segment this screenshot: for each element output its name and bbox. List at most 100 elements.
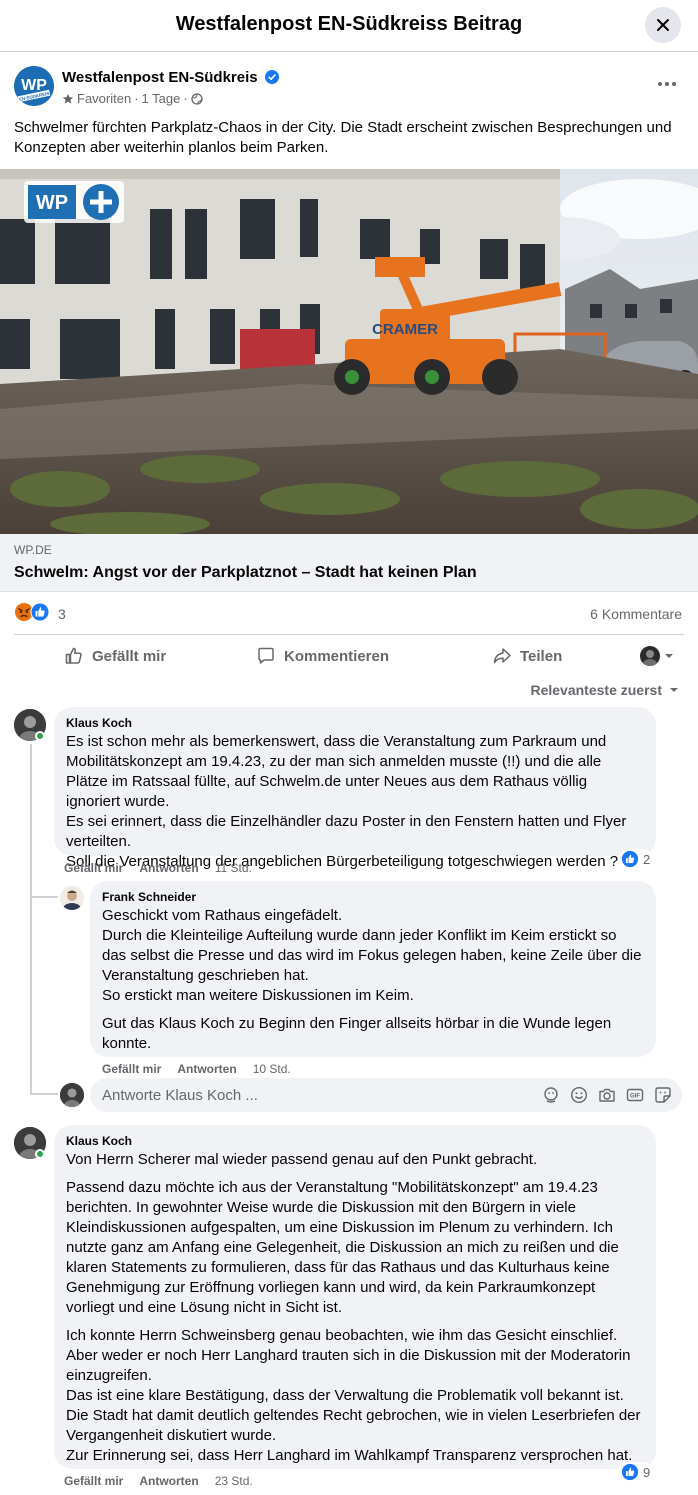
meta-separator: · xyxy=(134,91,139,106)
thumbs-up-icon xyxy=(65,647,82,664)
meta-separator-2: · xyxy=(183,91,188,106)
close-icon xyxy=(657,19,669,31)
more-dot xyxy=(665,82,669,86)
profile-avatar-small xyxy=(640,646,660,666)
audience-selector[interactable] xyxy=(640,640,674,672)
comments-count[interactable]: 6 Kommentare xyxy=(590,606,682,622)
comment-paragraph: Das ist eine klare Bestätigung, dass der… xyxy=(66,1387,624,1404)
comment-paragraph: Die Stadt hat damit deutlich geltendes R… xyxy=(66,1407,641,1444)
post-options-button[interactable] xyxy=(652,72,682,96)
comment-button-label[interactable]: Kommentieren xyxy=(284,648,389,665)
comment-sort-selector[interactable]: Relevanteste zuerst xyxy=(530,682,680,698)
comment-reply-button[interactable]: Antworten xyxy=(177,1062,236,1076)
post-header: WP EN-SÜDKREIS Westfalenpost EN-Südkreis… xyxy=(14,66,684,112)
comment-like-button[interactable]: Gefällt mir xyxy=(64,861,123,875)
comment-like-count[interactable]: 2 xyxy=(618,849,654,869)
comment-reply-button[interactable]: Antworten xyxy=(139,1474,198,1488)
reactions-count[interactable]: 3 xyxy=(58,606,66,622)
comment-icon xyxy=(258,647,274,664)
close-button[interactable] xyxy=(645,7,681,43)
comment-button[interactable]: Kommentieren xyxy=(256,640,389,672)
comment-paragraph: Passend dazu möchte ich aus der Veransta… xyxy=(66,1179,619,1316)
comment-author[interactable]: Frank Schneider xyxy=(102,889,644,905)
page-logo[interactable]: WP EN-SÜDKREIS xyxy=(14,66,54,106)
comment-paragraph: Es ist schon mehr als bemerkenswert, das… xyxy=(66,733,607,810)
current-user-avatar xyxy=(60,1083,84,1107)
comment-paragraph: Ich konnte Herrn Schweinsberg genau beob… xyxy=(66,1327,631,1384)
emoji-icon[interactable] xyxy=(570,1086,588,1104)
construction-photo: CRAMER WP xyxy=(0,169,698,534)
svg-text:WP: WP xyxy=(36,192,68,214)
share-button-label[interactable]: Teilen xyxy=(520,648,562,665)
comment-like-button[interactable]: Gefällt mir xyxy=(64,1474,123,1488)
more-dot xyxy=(672,82,676,86)
avatar-sticker-icon[interactable] xyxy=(542,1086,560,1104)
dialog-title: Westfalenpost EN-Südkreiss Beitrag xyxy=(175,13,523,35)
chevron-down-icon xyxy=(665,654,673,658)
like-button[interactable]: Gefällt mir xyxy=(64,640,166,672)
comment-time[interactable]: 11 Std. xyxy=(215,861,252,875)
avatar[interactable] xyxy=(60,886,84,910)
thread-connector-reply xyxy=(30,1093,58,1095)
comment-paragraph: Zur Erinnerung sei, dass Herr Langhard i… xyxy=(66,1447,633,1464)
like-reaction-icon xyxy=(621,1463,639,1481)
like-reaction-icon xyxy=(30,602,50,622)
like-count: 9 xyxy=(643,1464,651,1480)
comment-paragraph: Gut das Klaus Koch zu Beginn den Finger … xyxy=(102,1015,612,1052)
comment-author[interactable]: Klaus Koch xyxy=(66,715,644,731)
svg-text:GIF: GIF xyxy=(630,1094,640,1100)
thread-line xyxy=(30,744,32,1094)
reply-input[interactable] xyxy=(102,1078,522,1112)
comment-author[interactable]: Klaus Koch xyxy=(66,1133,644,1149)
comment-actions: Gefällt mir Antworten 10 Std. xyxy=(102,1062,291,1076)
link-domain: WP.DE xyxy=(14,543,52,557)
like-count: 2 xyxy=(643,851,651,867)
reaction-icons[interactable] xyxy=(14,602,50,622)
comment-bubble: Klaus Koch Es ist schon mehr als bemerke… xyxy=(54,707,656,870)
comment-actions: Gefällt mir Antworten 23 Std. xyxy=(64,1474,253,1488)
comment-bubble: Klaus Koch Von Herrn Scherer mal wieder … xyxy=(54,1125,656,1469)
comment-time[interactable]: 10 Std. xyxy=(253,1062,291,1076)
sticker-icon[interactable] xyxy=(654,1086,672,1104)
like-button-label[interactable]: Gefällt mir xyxy=(92,648,166,665)
comment-like-count[interactable]: 9 xyxy=(618,1462,654,1482)
comment-text: Von Herrn Scherer mal wieder passend gen… xyxy=(66,1150,644,1466)
post-image[interactable]: CRAMER WP xyxy=(0,169,698,534)
post-actions: Gefällt mir Kommentieren Teilen xyxy=(14,640,684,672)
star-icon xyxy=(62,93,74,104)
comment-text: Geschickt vom Rathaus eingefädelt. Durch… xyxy=(102,906,644,1054)
globe-icon xyxy=(191,92,203,105)
reply-tools: GIF xyxy=(542,1086,672,1104)
verified-badge-icon xyxy=(264,70,279,84)
comment-reply-button[interactable]: Antworten xyxy=(139,861,198,875)
comment-text: Es ist schon mehr als bemerkenswert, das… xyxy=(66,732,644,872)
link-title[interactable]: Schwelm: Angst vor der Parkplatznot – St… xyxy=(14,564,477,582)
reply-bubble: Frank Schneider Geschickt vom Rathaus ei… xyxy=(90,881,656,1057)
comment-paragraph: Durch die Kleinteilige Aufteilung wurde … xyxy=(102,927,642,984)
page-name[interactable]: Westfalenpost EN-Südkreis xyxy=(62,69,279,86)
dialog-header: Westfalenpost EN-Südkreiss Beitrag xyxy=(0,0,698,52)
thread-connector xyxy=(30,896,58,898)
sort-label[interactable]: Relevanteste zuerst xyxy=(530,682,662,698)
post-time[interactable]: 1 Tage xyxy=(142,91,181,106)
caret-down-icon xyxy=(670,688,678,692)
reply-composer[interactable]: GIF xyxy=(90,1078,682,1112)
online-status-indicator xyxy=(35,731,45,741)
gif-icon[interactable]: GIF xyxy=(626,1086,644,1104)
comment-time[interactable]: 23 Std. xyxy=(215,1474,253,1488)
comment-paragraph: So erstickt man weitere Diskussionen im … xyxy=(102,987,414,1004)
post-text: Schwelmer fürchten Parkplatz-Chaos in de… xyxy=(14,119,672,156)
svg-text:CRAMER: CRAMER xyxy=(372,321,438,338)
online-status-indicator xyxy=(35,1149,45,1159)
comment-like-button[interactable]: Gefällt mir xyxy=(102,1062,161,1076)
camera-icon[interactable] xyxy=(598,1086,616,1104)
page-name-label[interactable]: Westfalenpost EN-Südkreis xyxy=(62,69,258,86)
reactions-summary: 3 6 Kommentare xyxy=(14,602,684,626)
comment-paragraph: Von Herrn Scherer mal wieder passend gen… xyxy=(66,1151,538,1168)
like-reaction-icon xyxy=(621,850,639,868)
share-button[interactable]: Teilen xyxy=(492,640,562,672)
favorites-label: Favoriten xyxy=(77,91,132,106)
link-preview[interactable]: WP.DE Schwelm: Angst vor der Parkplatzno… xyxy=(0,534,698,592)
comment-paragraph: Es sei erinnert, dass die Einzelhändler … xyxy=(66,813,627,850)
post-meta: Favoriten · 1 Tage · xyxy=(62,91,203,106)
